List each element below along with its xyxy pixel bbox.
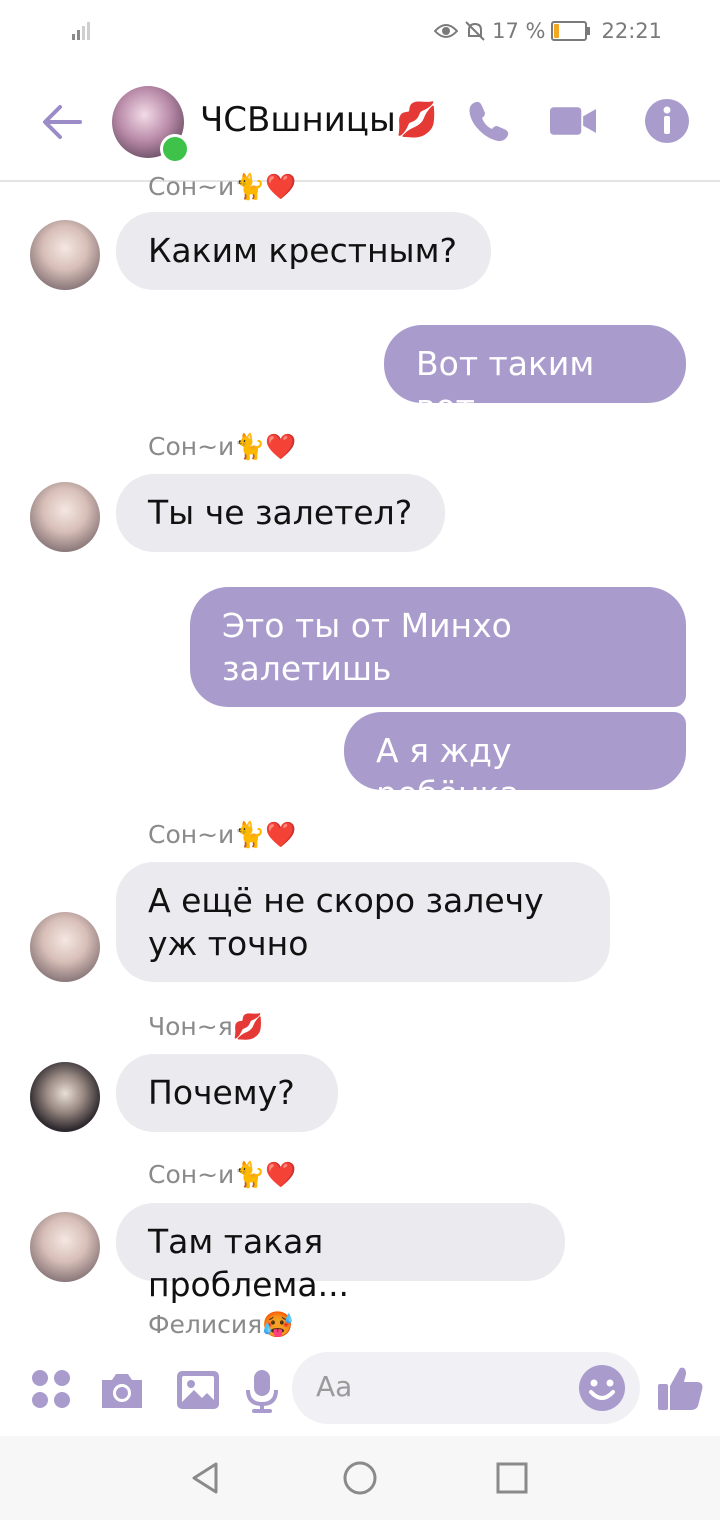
- message-placeholder: Aa: [316, 1370, 353, 1403]
- eye-icon: [434, 24, 459, 38]
- incoming-message[interactable]: Почему?: [116, 1054, 338, 1132]
- camera-icon[interactable]: [98, 1366, 146, 1414]
- battery-level: [554, 24, 560, 38]
- incoming-message[interactable]: Ты че залетел?: [116, 474, 445, 552]
- battery-percent: 17 %: [492, 19, 546, 43]
- nav-home-icon[interactable]: [340, 1458, 380, 1498]
- avatar[interactable]: [30, 220, 100, 290]
- nav-back-icon[interactable]: [186, 1458, 226, 1498]
- sender-name: Сон~и🐈❤️: [148, 172, 297, 201]
- avatar[interactable]: [30, 912, 100, 982]
- signal-icon: [72, 22, 90, 40]
- outgoing-message[interactable]: Это ты от Минхо залетишь: [190, 587, 686, 707]
- sender-name: Чон~я💋: [148, 1012, 264, 1041]
- system-nav-bar: [0, 1436, 720, 1520]
- sender-name: Сон~и🐈❤️: [148, 1160, 297, 1189]
- apps-grid-icon[interactable]: [28, 1366, 76, 1414]
- smiley-icon[interactable]: [578, 1364, 626, 1412]
- image-icon[interactable]: [174, 1366, 222, 1414]
- video-camera-icon[interactable]: [550, 98, 596, 144]
- avatar[interactable]: [30, 1062, 100, 1132]
- sender-name: Сон~и🐈❤️: [148, 820, 297, 849]
- avatar[interactable]: [30, 482, 100, 552]
- incoming-message[interactable]: А ещё не скоро залечу уж точно: [116, 862, 610, 982]
- microphone-icon[interactable]: [238, 1366, 286, 1414]
- info-icon[interactable]: [644, 98, 690, 144]
- status-bar: 17 % 22:21: [0, 0, 720, 62]
- incoming-message[interactable]: Каким крестным?: [116, 212, 491, 290]
- nav-recents-icon[interactable]: [492, 1458, 532, 1498]
- chat-title[interactable]: ЧСВшницы💋: [200, 100, 438, 140]
- mute-bell-icon: [465, 21, 485, 41]
- incoming-message[interactable]: Там такая проблема...: [116, 1203, 565, 1304]
- phone-icon[interactable]: [466, 98, 512, 144]
- message-composer: Aa: [0, 1346, 720, 1436]
- message-input[interactable]: Aa: [292, 1352, 640, 1424]
- outgoing-message[interactable]: А я жду ребёнка: [344, 712, 686, 813]
- sender-name: Фелисия🥵: [148, 1310, 294, 1339]
- avatar[interactable]: [30, 1212, 100, 1282]
- online-indicator: [160, 134, 190, 164]
- outgoing-message[interactable]: Вот таким вот: [384, 325, 686, 426]
- arrow-left-icon[interactable]: [40, 102, 84, 142]
- battery-icon: [551, 21, 591, 41]
- thumbs-up-icon[interactable]: [656, 1364, 704, 1412]
- status-icons: 17 % 22:21: [434, 16, 662, 46]
- chat-header: ЧСВшницы💋: [0, 62, 720, 182]
- sender-name: Сон~и🐈❤️: [148, 432, 297, 461]
- clock: 22:21: [601, 19, 662, 43]
